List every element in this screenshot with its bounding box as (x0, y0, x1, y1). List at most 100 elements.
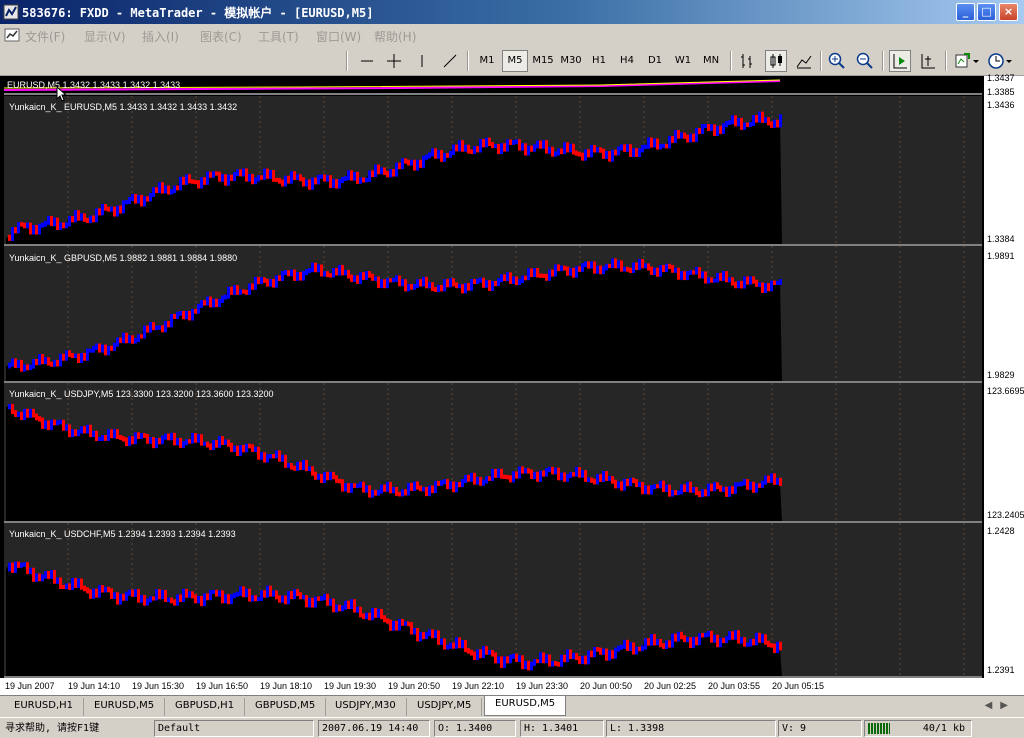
candle (392, 620, 395, 631)
zoom-in-icon[interactable] (826, 50, 848, 72)
candle (131, 436, 134, 445)
maximize-button[interactable]: □ (977, 3, 996, 21)
candle (542, 273, 545, 278)
close-button[interactable]: × (999, 3, 1018, 21)
candle (47, 420, 50, 431)
candle (287, 462, 290, 468)
scroll-right-icon[interactable]: ▶ (1000, 700, 1016, 711)
menu-file[interactable]: 文件(F) (25, 28, 65, 45)
candle (221, 436, 224, 445)
candle (500, 468, 503, 479)
candle (263, 590, 266, 598)
periods-clock-icon[interactable] (986, 50, 1014, 72)
horizontal-line-icon[interactable] (356, 50, 378, 72)
menu-charts[interactable]: 图表(C) (200, 28, 242, 45)
candle (734, 281, 737, 289)
candle (128, 436, 131, 447)
candle (482, 479, 485, 486)
candle (734, 482, 737, 494)
autoscroll-icon[interactable] (889, 50, 911, 72)
minimize-button[interactable]: _ (956, 3, 975, 21)
candle (155, 437, 158, 449)
indicators-dropdown-icon[interactable] (953, 50, 981, 72)
candle (629, 642, 632, 651)
candle (728, 277, 731, 283)
period-h4-button[interactable]: H4 (614, 50, 640, 72)
candle (158, 589, 161, 600)
vertical-line-icon[interactable] (411, 50, 433, 72)
tab-gbpusd-m5[interactable]: GBPUSD,M5 (245, 698, 327, 716)
candle (59, 419, 62, 425)
candle (563, 142, 566, 155)
candle (59, 353, 62, 367)
candle (362, 272, 365, 280)
candle (716, 125, 719, 137)
period-m30-button[interactable]: M30 (558, 50, 584, 72)
tab-gbpusd-h1[interactable]: GBPUSD,H1 (165, 698, 246, 716)
candle (278, 450, 281, 462)
candle (455, 144, 458, 152)
tab-eurusd-h1[interactable]: EURUSD,H1 (4, 698, 85, 716)
tab-usdjpy-m5[interactable]: USDJPY,M5 (407, 698, 483, 716)
candle (101, 344, 104, 353)
tab-scroll-arrows[interactable]: ◀▶ (985, 700, 1016, 711)
candle (704, 489, 707, 497)
candle (608, 476, 611, 481)
metatrader-window: 583676: FXDD - MetaTrader - 模拟帐户 - [EURU… (0, 0, 1024, 738)
crosshair-icon[interactable] (383, 50, 405, 72)
period-m1-button[interactable]: M1 (474, 50, 500, 72)
chart-window[interactable]: EURUSD,M5 1.3432 1.3433 1.3432 1.3433 1.… (0, 73, 1024, 695)
candle (485, 280, 488, 288)
candle (623, 144, 626, 152)
trendline-icon[interactable] (439, 50, 461, 72)
period-m5-button[interactable]: M5 (502, 50, 528, 72)
candle (704, 632, 707, 638)
candle (395, 162, 398, 177)
candle (227, 174, 230, 186)
menu-tools[interactable]: 工具(T) (258, 28, 299, 45)
candle (464, 144, 467, 152)
zoom-out-icon[interactable] (854, 50, 876, 72)
tab-eurusd-m5[interactable]: EURUSD,M5 (84, 698, 166, 716)
bar-chart-icon[interactable] (737, 50, 759, 72)
candlestick-chart-icon[interactable] (765, 50, 787, 72)
candle (677, 130, 680, 139)
candle (23, 408, 26, 421)
candle (236, 445, 239, 456)
candle (107, 429, 110, 441)
candle (407, 482, 410, 496)
menu-window[interactable]: 窗口(W) (316, 28, 361, 45)
tab-eurusd-m5-active[interactable]: EURUSD,M5 (484, 696, 567, 716)
candle (17, 359, 20, 368)
period-d1-button[interactable]: D1 (642, 50, 668, 72)
period-h1-button[interactable]: H1 (586, 50, 612, 72)
candle (674, 130, 677, 143)
chart-window-icon[interactable] (4, 27, 20, 43)
period-m15-button[interactable]: M15 (530, 50, 556, 72)
scroll-left-icon[interactable]: ◀ (985, 700, 1001, 711)
line-chart-icon[interactable] (793, 50, 815, 72)
candle (179, 176, 182, 191)
period-w1-button[interactable]: W1 (670, 50, 696, 72)
candle (89, 215, 92, 224)
candle (455, 282, 458, 289)
candle (359, 606, 362, 618)
chart-canvas[interactable] (0, 76, 1024, 695)
tab-usdjpy-m30[interactable]: USDJPY,M30 (325, 698, 407, 716)
candle (533, 268, 536, 278)
menu-help[interactable]: 帮助(H) (374, 28, 416, 45)
candle (194, 433, 197, 443)
chart-shift-icon[interactable] (917, 50, 939, 72)
candle (545, 273, 548, 281)
candle (284, 175, 287, 187)
candle (53, 419, 56, 426)
candle (650, 137, 653, 148)
period-mn-button[interactable]: MN (698, 50, 724, 72)
menu-insert[interactable]: 插入(I) (142, 28, 179, 45)
candle (599, 265, 602, 275)
candle (320, 473, 323, 484)
menu-view[interactable]: 显示(V) (84, 28, 126, 45)
title-bar[interactable]: 583676: FXDD - MetaTrader - 模拟帐户 - [EURU… (0, 0, 1024, 24)
candle (776, 641, 779, 654)
candle (494, 652, 497, 664)
